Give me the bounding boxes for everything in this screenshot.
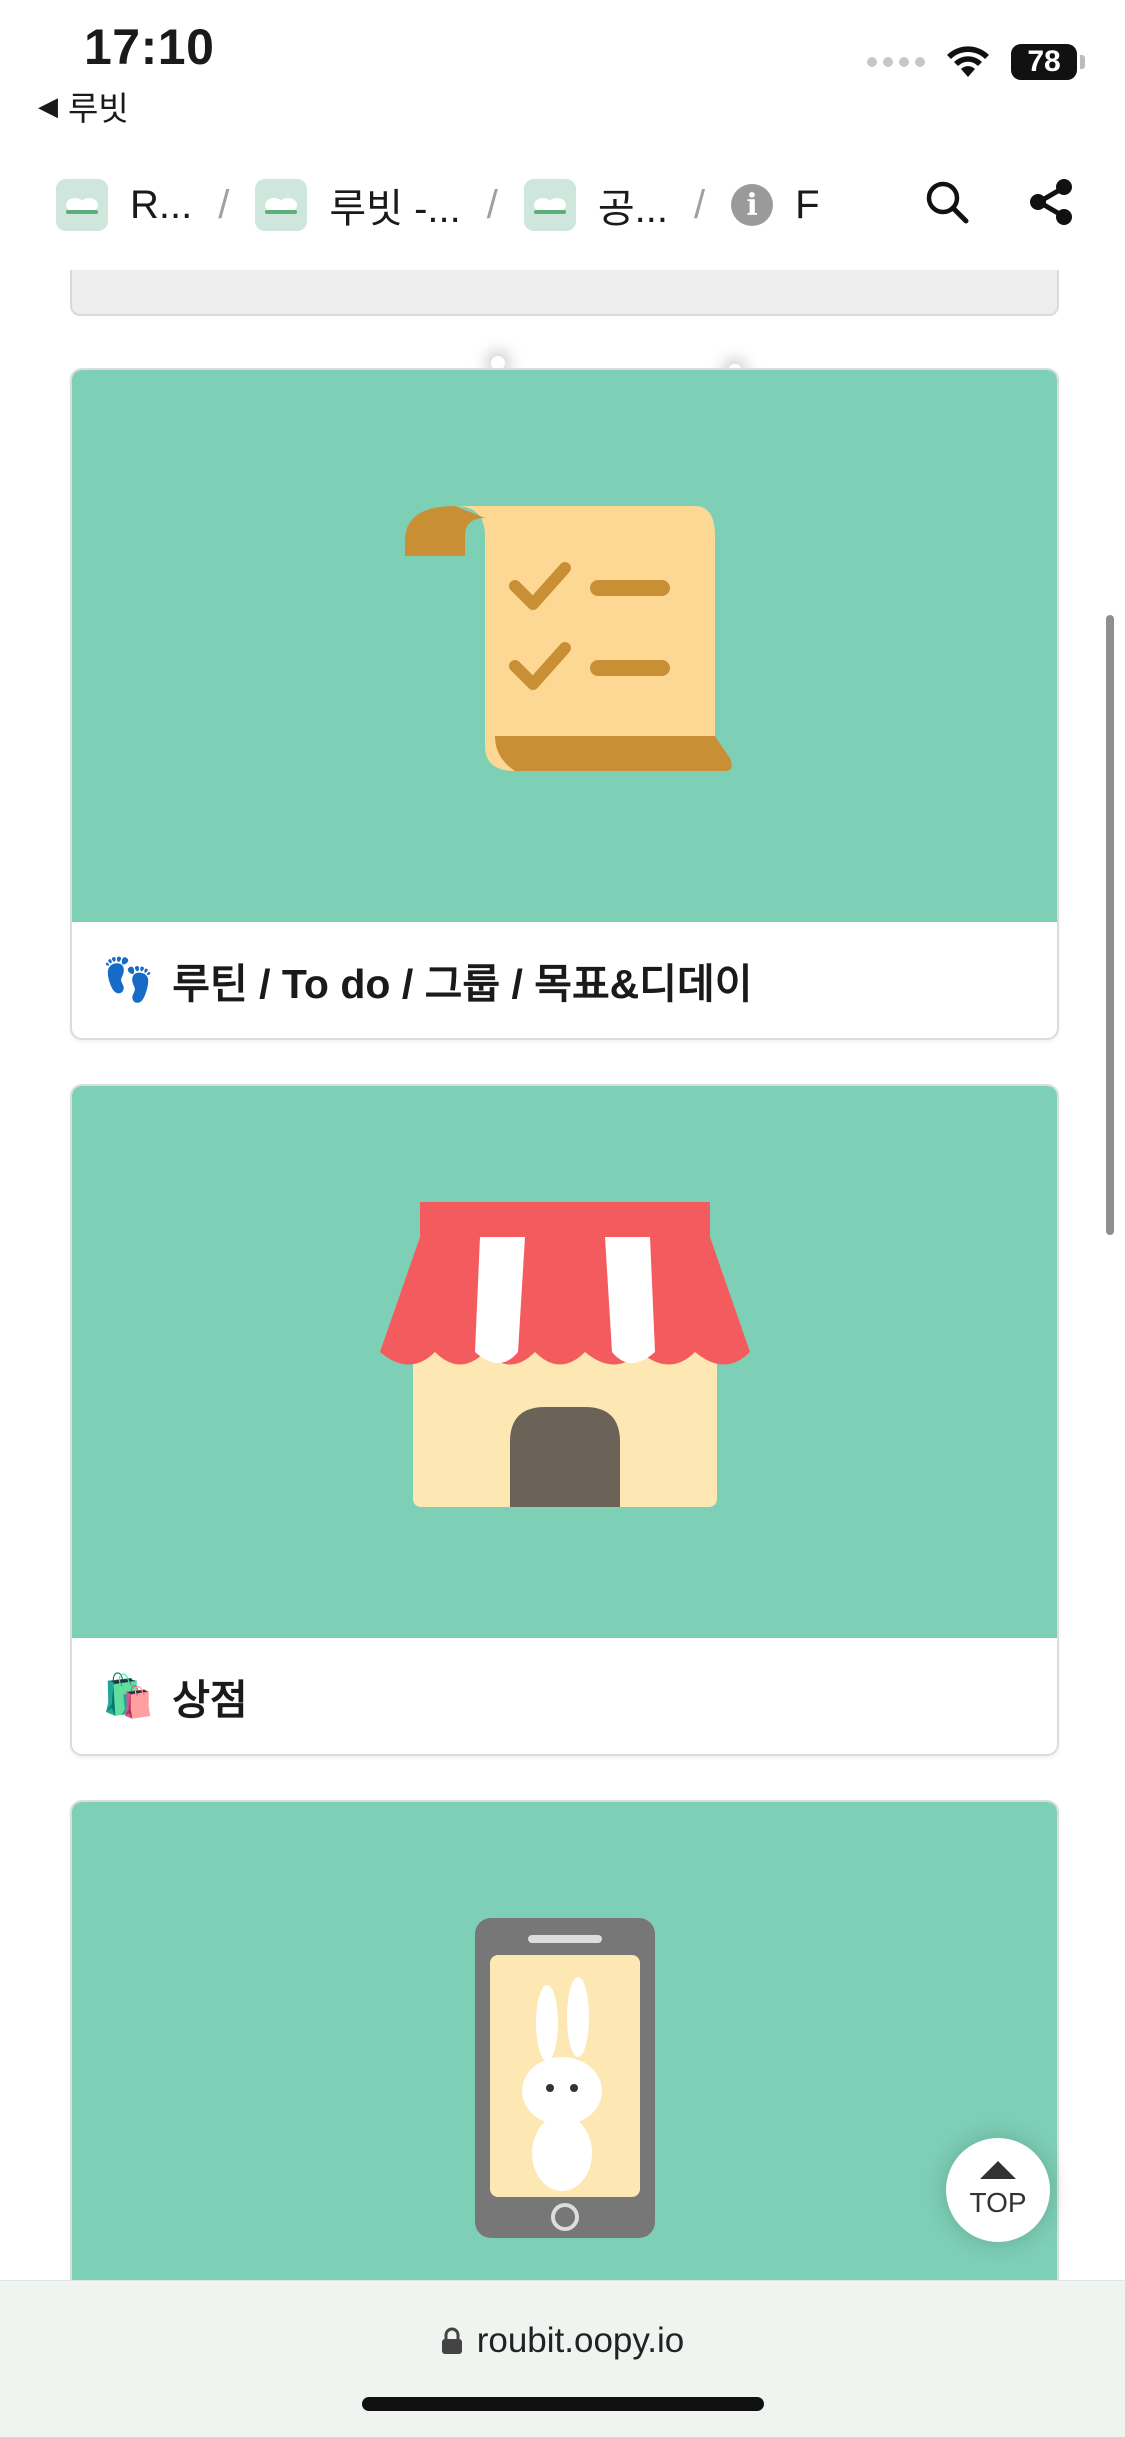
breadcrumb-label: R...: [130, 182, 193, 227]
card-routine[interactable]: 👣 루틴 / To do / 그룹 / 목표&디데이: [70, 368, 1059, 1040]
wifi-icon: [947, 46, 989, 77]
card-cover: [72, 1802, 1057, 2280]
card-cover: [72, 370, 1057, 922]
scrollbar[interactable]: [1106, 615, 1114, 1235]
home-indicator[interactable]: [362, 2397, 764, 2411]
share-icon[interactable]: [1027, 178, 1075, 226]
nav-actions: [925, 178, 1075, 226]
info-icon: i: [731, 184, 774, 226]
card-title: 상점: [172, 1677, 248, 1723]
back-triangle-icon: ◀: [38, 90, 58, 121]
breadcrumb-item-4[interactable]: i F: [731, 182, 820, 228]
caret-up-icon: [980, 2161, 1016, 2179]
card-caption: 👣 루틴 / To do / 그룹 / 목표&디데이: [72, 922, 1057, 1038]
breadcrumb-label: F: [795, 182, 820, 227]
card-cover: [72, 1086, 1057, 1638]
breadcrumb: R... / 루빗 -... / 공... / i F: [0, 140, 1125, 270]
lock-icon: [441, 2327, 462, 2354]
card-app[interactable]: [70, 1800, 1059, 2280]
breadcrumb-separator: /: [486, 182, 498, 227]
url-text: roubit.oopy.io: [476, 2321, 685, 2360]
search-icon[interactable]: [925, 180, 969, 224]
browser-url-bar[interactable]: roubit.oopy.io: [0, 2280, 1125, 2437]
cellular-signal-icon: [867, 57, 925, 67]
breadcrumb-item-3[interactable]: 공...: [523, 176, 668, 234]
card-title: 루틴 / To do / 그룹 / 목표&디데이: [172, 961, 753, 1007]
card-caption: 🛍️ 상점: [72, 1638, 1057, 1754]
breadcrumb-label: 공...: [597, 187, 668, 231]
clock: 17:10: [84, 19, 215, 75]
roubit-logo-icon: [255, 179, 308, 231]
back-app-label: 루빗: [68, 90, 129, 127]
battery-icon: 78: [1011, 44, 1085, 80]
breadcrumb-label: 루빗 -...: [329, 187, 461, 231]
breadcrumb-separator: /: [694, 182, 706, 227]
battery-level: 78: [1011, 44, 1077, 80]
breadcrumb-item-2[interactable]: 루빗 -...: [255, 176, 461, 234]
status-indicators: 78: [867, 44, 1085, 80]
url-display[interactable]: roubit.oopy.io: [0, 2321, 1125, 2361]
card-emoji: 🛍️: [102, 1671, 155, 1719]
previous-card-partial[interactable]: [70, 270, 1059, 316]
roubit-logo-icon: [56, 179, 108, 231]
card-shop[interactable]: 🛍️ 상점: [70, 1084, 1059, 1756]
top-button-label: TOP: [969, 2187, 1027, 2218]
phone-rabbit-icon: [474, 1918, 655, 2238]
roubit-logo-icon: [523, 179, 576, 231]
store-icon: [379, 1202, 750, 1507]
card-emoji: 👣: [102, 955, 155, 1003]
checklist-scroll-icon: [404, 506, 732, 771]
scroll-to-top-button[interactable]: TOP: [946, 2138, 1050, 2242]
page-content: 👣 루틴 / To do / 그룹 / 목표&디데이 🛍️ 상점: [0, 270, 1125, 2280]
breadcrumb-separator: /: [218, 182, 230, 227]
status-bar: 17:10 ◀ 루빗 78: [0, 0, 1125, 140]
back-to-app-button[interactable]: ◀ 루빗: [38, 82, 129, 130]
breadcrumb-item-1[interactable]: R...: [56, 179, 192, 231]
